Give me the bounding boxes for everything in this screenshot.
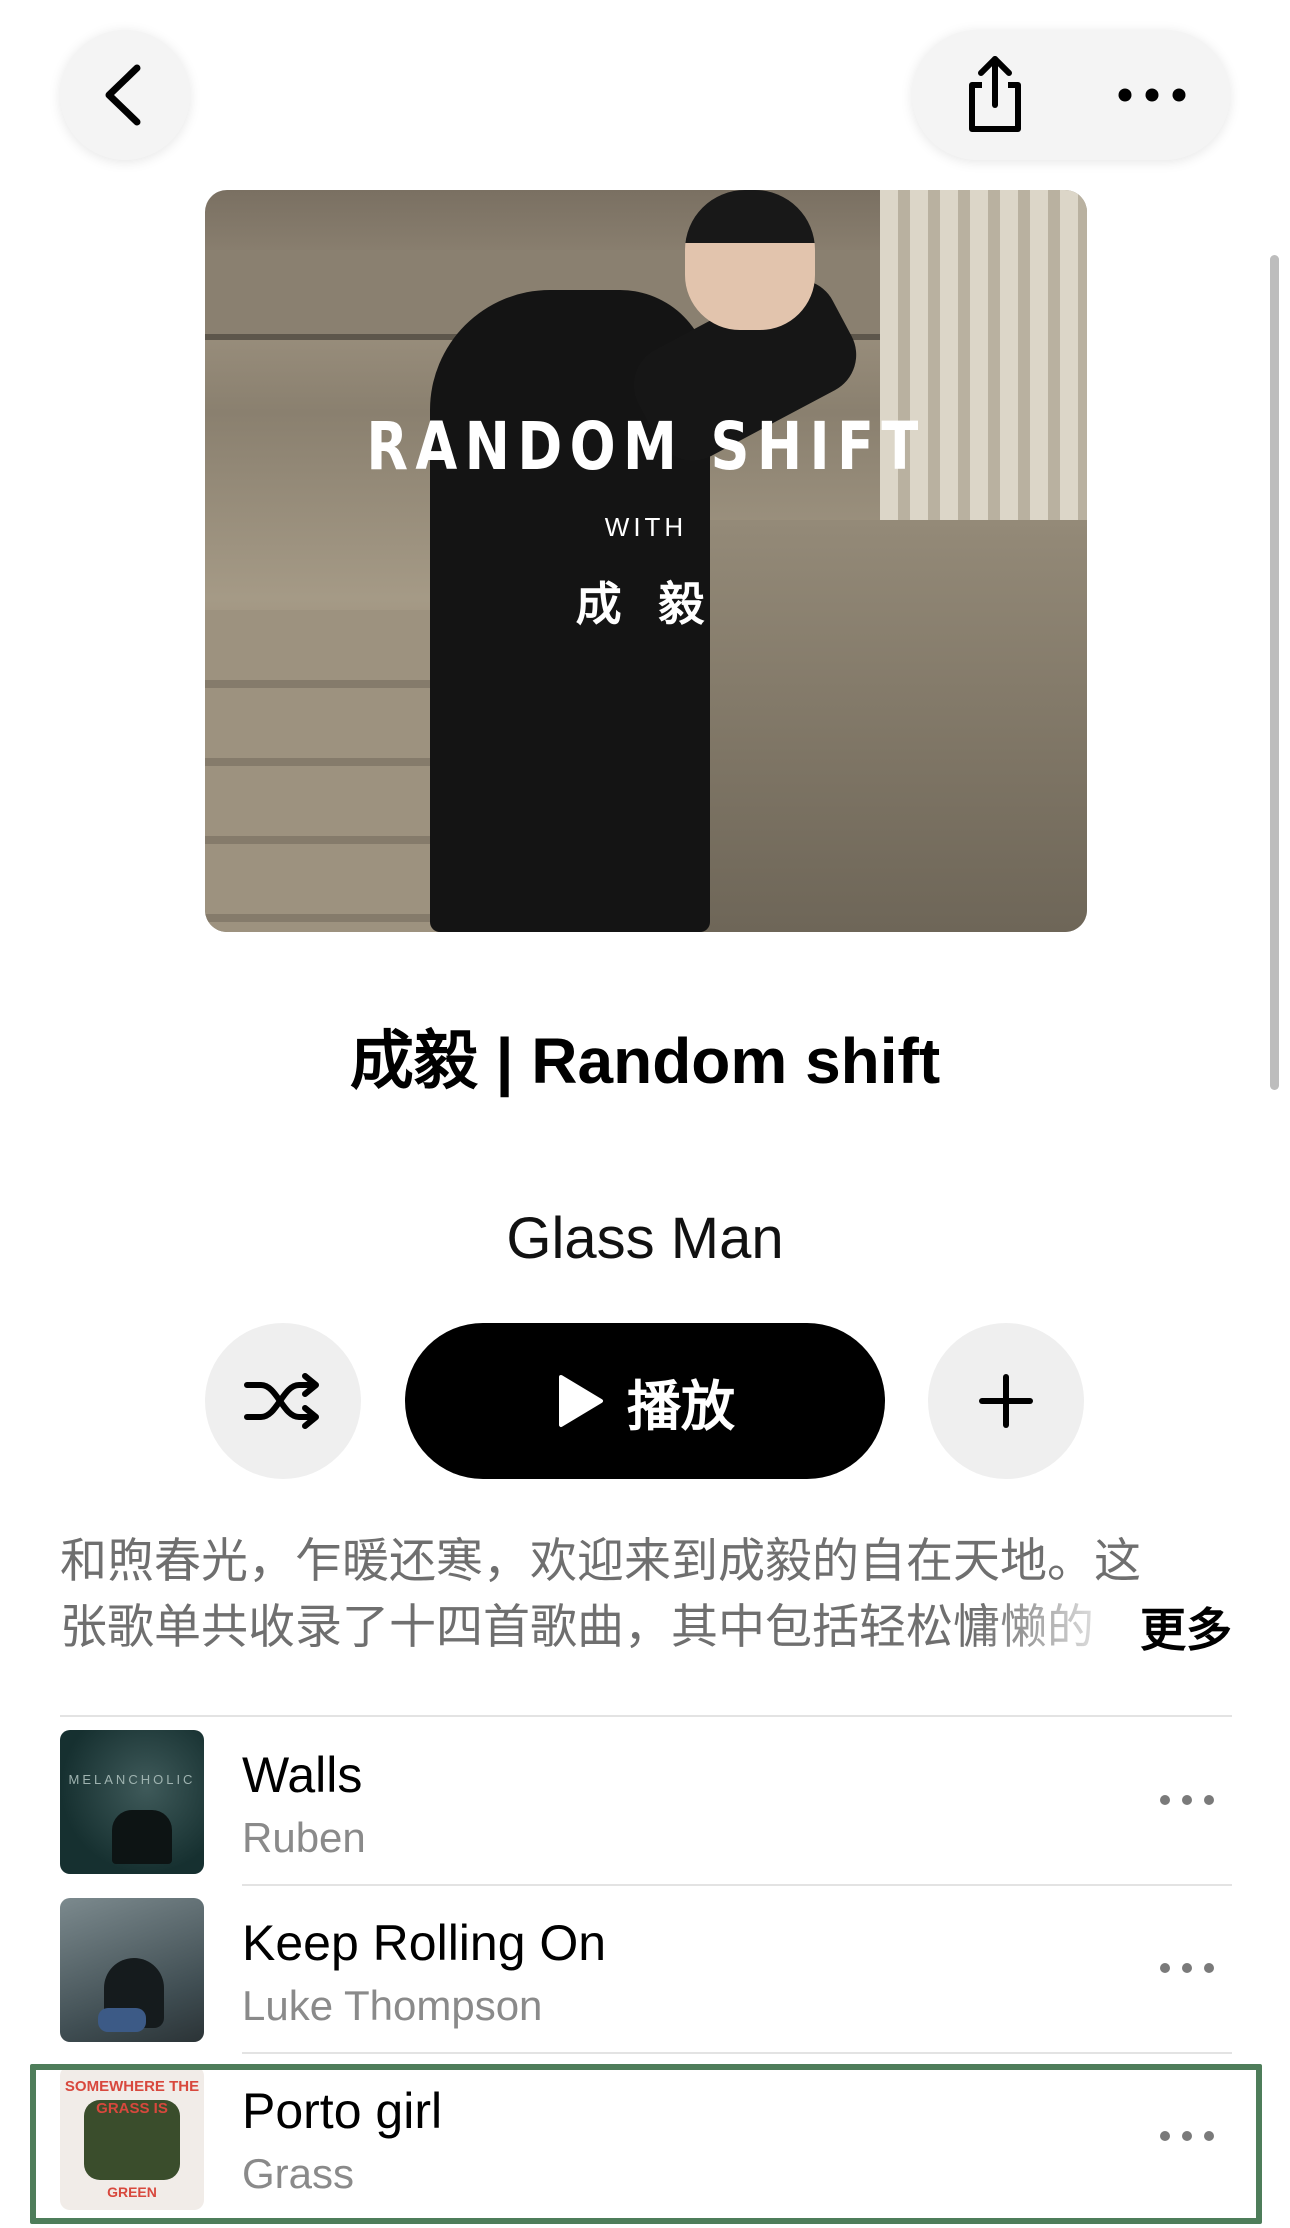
track-artwork: SOMEWHERE THE GRASS IS GREEN xyxy=(60,2066,204,2210)
track-artwork-text: SOMEWHERE THE GRASS IS xyxy=(64,2078,200,2117)
track-artwork-text: MELANCHOLIC xyxy=(68,1772,196,1787)
track-artist: Luke Thompson xyxy=(242,1982,543,2029)
play-icon xyxy=(559,1375,603,1427)
share-button[interactable] xyxy=(920,30,1070,160)
track-row[interactable]: MELANCHOLIC Walls Ruben xyxy=(60,1718,1232,1886)
ellipsis-icon xyxy=(1118,88,1186,102)
description-more-link[interactable]: 更多 xyxy=(1140,1594,1232,1660)
add-to-library-button[interactable] xyxy=(928,1323,1084,1479)
track-row[interactable]: Keep Rolling On Luke Thompson xyxy=(60,1886,1232,2054)
chevron-left-icon xyxy=(105,64,141,126)
top-action-group xyxy=(912,30,1230,160)
back-button[interactable] xyxy=(60,30,190,160)
play-button[interactable]: 播放 xyxy=(405,1323,885,1479)
track-artist: Grass xyxy=(242,2150,355,2197)
more-options-button[interactable] xyxy=(1077,30,1227,160)
ellipsis-icon xyxy=(1160,2131,1214,2141)
track-more-button[interactable] xyxy=(1152,2114,1222,2158)
track-artwork xyxy=(60,1898,204,2042)
cover-with-label: WITH xyxy=(604,512,688,542)
track-artist: Ruben xyxy=(242,1814,366,1861)
share-icon xyxy=(969,56,1021,132)
scrollbar[interactable] xyxy=(1270,255,1279,1090)
plus-icon xyxy=(979,1374,1033,1428)
shuffle-button[interactable] xyxy=(205,1323,361,1479)
track-title: Walls xyxy=(242,1747,363,1803)
playlist-title: 成毅 | Random shift xyxy=(349,1025,941,1097)
ellipsis-icon xyxy=(1160,1963,1214,1973)
track-more-button[interactable] xyxy=(1152,1778,1222,1822)
playlist-description: 和煦春光，乍暖还寒，欢迎来到成毅的自在天地。这 张歌单共收录了十四首歌曲，其中包… xyxy=(60,1528,1232,1660)
track-row[interactable]: SOMEWHERE THE GRASS IS GREEN Porto girl … xyxy=(60,2054,1232,2222)
play-button-label: 播放 xyxy=(627,1376,735,1437)
track-more-button[interactable] xyxy=(1152,1946,1222,1990)
shuffle-icon xyxy=(244,1373,319,1429)
ellipsis-icon xyxy=(1160,1795,1214,1805)
track-artwork: MELANCHOLIC xyxy=(60,1730,204,1874)
cover-artist-name: 成 毅 xyxy=(575,578,717,630)
track-list-divider xyxy=(60,1715,1232,1717)
track-title: Porto girl xyxy=(242,2083,443,2139)
track-title: Keep Rolling On xyxy=(242,1915,607,1971)
playlist-cover-art: RANDOM SHIFT WITH 成 毅 xyxy=(205,190,1087,932)
track-artwork-text-bottom: GREEN xyxy=(107,2184,157,2200)
description-line-2: 张歌单共收录了十四首歌曲，其中包括轻松慵懒的 xyxy=(60,1600,1094,1653)
playlist-curator-link[interactable]: Glass Man xyxy=(0,1205,1290,1272)
top-bar xyxy=(0,0,1290,190)
cover-headline: RANDOM SHIFT xyxy=(366,408,926,485)
description-line-1: 和煦春光，乍暖还寒，欢迎来到成毅的自在天地。这 xyxy=(60,1534,1141,1587)
